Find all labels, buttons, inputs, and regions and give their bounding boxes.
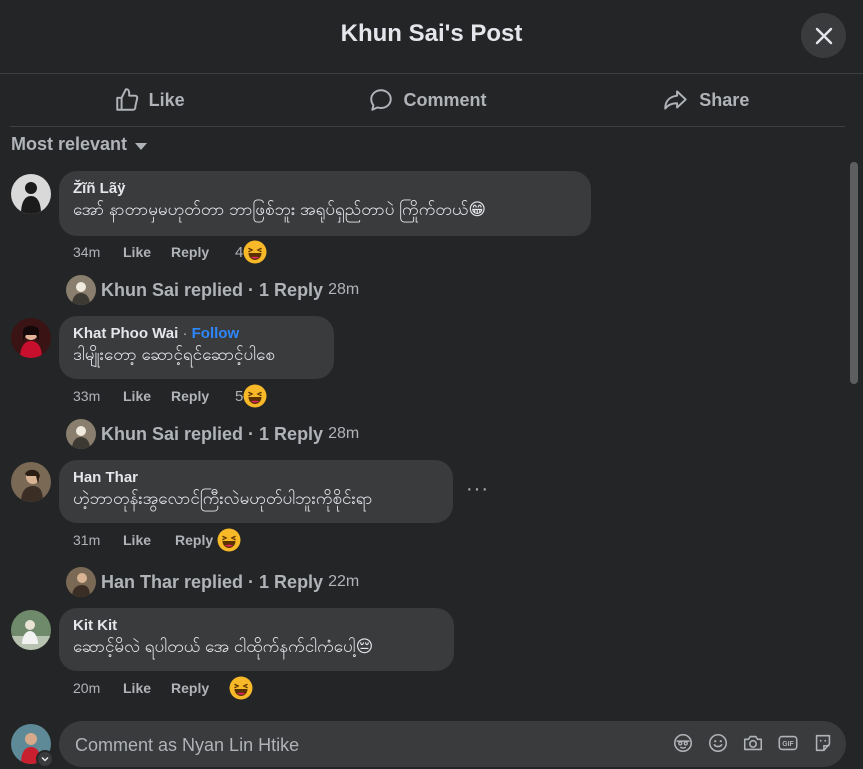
- replier-name: Han Thar replied: [101, 571, 244, 592]
- laughing-emoji-icon[interactable]: [243, 384, 267, 408]
- comment-bubble: Han Thar ဟဲ့ဘာတုန်းအွလောင်ကြီးလဲမဟုတ်ပါဘ…: [59, 460, 453, 523]
- comment-text: ဒါမျိုးတော့ ဆောင့်ရင်ဆောင့်ပါစေ: [73, 345, 275, 364]
- reply-time: 22m: [328, 573, 360, 590]
- more-options-button[interactable]: ···: [466, 478, 489, 501]
- avatar-sticker-icon[interactable]: [672, 732, 694, 754]
- comment-text: အော် နာတာမှမဟုတ်တာ ဘာဖြစ်ဘူး အရုပ်ရှည်တာ…: [73, 200, 487, 219]
- comment-author[interactable]: Kit Kit: [73, 616, 440, 635]
- sort-dropdown[interactable]: Most relevant: [11, 134, 148, 155]
- comment-reply-button[interactable]: Reply: [171, 244, 215, 260]
- replier-name: Khun Sai replied: [101, 423, 244, 444]
- comment-meta: 34m Like Reply 4: [73, 240, 267, 264]
- view-replies-link[interactable]: Khun Sai replied · 1 Reply 28m: [66, 275, 359, 305]
- avatar[interactable]: [11, 462, 51, 502]
- chevron-down-icon: [41, 756, 49, 762]
- view-replies-link[interactable]: Han Thar replied · 1 Reply 22m: [66, 567, 359, 597]
- svg-text:GIF: GIF: [782, 741, 793, 748]
- caret-down-icon: [135, 142, 148, 150]
- composer-tools: GIF: [672, 732, 834, 754]
- post-action-bar: Like Comment Share: [10, 74, 845, 127]
- comment-bubble: Žĩñ Lãÿ အော် နာတာမှမဟုတ်တာ ဘာဖြစ်ဘူး အရု…: [59, 171, 591, 236]
- post-title: Khun Sai's Post: [340, 20, 523, 47]
- dialog-header: Khun Sai's Post: [0, 0, 863, 74]
- reaction-count[interactable]: 4: [235, 244, 243, 261]
- close-button[interactable]: [801, 13, 846, 58]
- reply-count: · 1 Reply: [248, 279, 324, 300]
- comment-icon: [370, 89, 393, 111]
- comment-bubble: Kit Kit ဆောင့်မိလဲ ရပါတယ် အေ ငါထိုက်နက်င…: [59, 608, 454, 671]
- comment-meta: 20m Like Reply: [73, 676, 253, 700]
- avatar[interactable]: [11, 174, 51, 214]
- comment-author[interactable]: Khat Phoo Wai: [73, 325, 178, 342]
- like-icon: [115, 88, 138, 111]
- replier-avatar: [66, 275, 96, 305]
- reaction-count[interactable]: 5: [235, 388, 243, 405]
- comment-like-button[interactable]: Like: [123, 388, 171, 404]
- comment-label: Comment: [403, 89, 487, 110]
- reply-time: 28m: [328, 425, 360, 442]
- comment-author[interactable]: Žĩñ Lãÿ: [73, 179, 577, 198]
- comment-time[interactable]: 34m: [73, 244, 123, 260]
- share-label: Share: [699, 89, 750, 110]
- comment-bubble: Khat Phoo Wai · Follow ဒါမျိုးတော့ ဆောင့…: [59, 316, 334, 379]
- comment-like-button[interactable]: Like: [123, 532, 175, 548]
- comment-button[interactable]: Comment: [288, 74, 566, 126]
- laughing-emoji-icon[interactable]: [217, 528, 241, 552]
- comment-reply-button[interactable]: Reply: [175, 532, 219, 548]
- avatar[interactable]: [11, 318, 51, 358]
- sticker-icon[interactable]: [812, 732, 834, 754]
- follow-button[interactable]: Follow: [192, 325, 240, 342]
- comment-like-button[interactable]: Like: [123, 680, 171, 696]
- like-label: Like: [148, 89, 185, 110]
- scrollbar[interactable]: [850, 162, 858, 384]
- laughing-emoji-icon[interactable]: [229, 676, 253, 700]
- reply-count: · 1 Reply: [248, 423, 324, 444]
- emoji-icon[interactable]: [707, 732, 729, 754]
- sort-label: Most relevant: [11, 134, 128, 154]
- comment-time[interactable]: 31m: [73, 532, 123, 548]
- comment-composer: GIF: [59, 721, 846, 769]
- gif-icon[interactable]: GIF: [777, 732, 799, 754]
- comment-time[interactable]: 20m: [73, 680, 123, 696]
- follow-separator: ·: [178, 325, 192, 342]
- comment-text: ဆောင့်မိလဲ ရပါတယ် အေ ငါထိုက်နက်ငါကံပေါ့😔: [73, 637, 374, 656]
- comment-text: ဟဲ့ဘာတုန်းအွလောင်ကြီးလဲမဟုတ်ပါဘူးကိုစိုင…: [73, 489, 373, 508]
- comment-like-button[interactable]: Like: [123, 244, 171, 260]
- comment-time[interactable]: 33m: [73, 388, 123, 404]
- profile-switch-button[interactable]: [36, 750, 54, 768]
- close-icon: [815, 27, 832, 44]
- camera-icon[interactable]: [742, 732, 764, 754]
- share-icon: [664, 90, 687, 110]
- view-replies-link[interactable]: Khun Sai replied · 1 Reply 28m: [66, 419, 359, 449]
- replier-avatar: [66, 567, 96, 597]
- reply-count: · 1 Reply: [248, 571, 324, 592]
- replier-avatar: [66, 419, 96, 449]
- reply-time: 28m: [328, 281, 360, 298]
- comment-author[interactable]: Han Thar: [73, 468, 439, 487]
- laughing-emoji-icon[interactable]: [243, 240, 267, 264]
- comment-reply-button[interactable]: Reply: [171, 680, 229, 696]
- replier-name: Khun Sai replied: [101, 279, 244, 300]
- comment-meta: 31m Like Reply: [73, 528, 241, 552]
- share-button[interactable]: Share: [567, 74, 845, 126]
- avatar[interactable]: [11, 610, 51, 650]
- comment-input[interactable]: [73, 721, 637, 769]
- comment-meta: 33m Like Reply 5: [73, 384, 267, 408]
- comment-reply-button[interactable]: Reply: [171, 388, 215, 404]
- like-button[interactable]: Like: [10, 74, 288, 126]
